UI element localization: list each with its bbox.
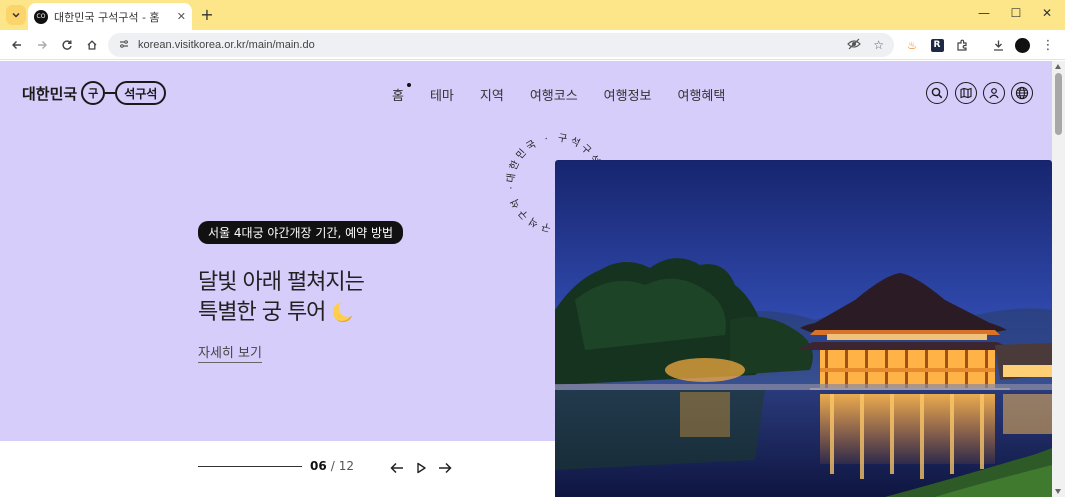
- nav-item-theme[interactable]: 테마: [430, 85, 454, 104]
- site-info-icon[interactable]: [118, 38, 130, 53]
- pager-progress-line: [198, 465, 302, 467]
- nav-item-course[interactable]: 여행코스: [530, 85, 578, 104]
- scroll-up-arrow-icon[interactable]: [1055, 64, 1061, 69]
- palace-night-illustration: [555, 160, 1052, 497]
- user-icon[interactable]: [983, 82, 1005, 104]
- reload-icon[interactable]: [58, 36, 76, 54]
- browser-tab-active[interactable]: CO 대한민국 구석구석 - 홈 ✕: [28, 3, 192, 30]
- hero-headline-line-1: 달빛 아래 펼쳐지는: [198, 270, 365, 295]
- scroll-thumb[interactable]: [1055, 73, 1062, 135]
- pager-current: 06: [310, 459, 327, 473]
- browser-toolbar: korean.visitkorea.or.kr/main/main.do ☆ ♨…: [0, 30, 1065, 60]
- hero-headline-line-2: 특별한 궁 투어: [198, 300, 326, 325]
- search-icon[interactable]: [926, 82, 948, 104]
- hero-badge[interactable]: 서울 4대궁 야간개장 기간, 예약 방법: [198, 221, 404, 244]
- map-icon[interactable]: [955, 82, 977, 104]
- minimize-icon[interactable]: —: [974, 6, 994, 20]
- view-details-link[interactable]: 자세히 보기: [198, 342, 262, 363]
- logo-pill: 석구석: [115, 81, 167, 105]
- home-icon[interactable]: [83, 36, 101, 54]
- main-navigation: 홈 테마 지역 여행코스 여행정보 여행혜택: [392, 83, 751, 104]
- page-viewport: 대한민국 구 석구석 홈 테마 지역 여행코스 여행정보 여행혜택 대한민국 ·…: [0, 61, 1052, 497]
- hero-image[interactable]: [555, 160, 1052, 497]
- logo-mark: 구 석구석: [81, 81, 167, 105]
- logo-circle: 구: [81, 81, 106, 105]
- address-bar[interactable]: korean.visitkorea.or.kr/main/main.do ☆: [108, 33, 894, 57]
- hero-headline: 달빛 아래 펼쳐지는 특별한 궁 투어: [198, 268, 498, 328]
- nav-item-home[interactable]: 홈: [392, 83, 411, 104]
- menu-kebab-icon[interactable]: ⋮: [1040, 37, 1056, 53]
- bookmark-star-icon[interactable]: ☆: [873, 38, 884, 52]
- scroll-down-arrow-icon[interactable]: [1055, 489, 1061, 494]
- forward-arrow-icon[interactable]: [33, 36, 51, 54]
- logo-text: 대한민국: [22, 84, 78, 103]
- window-close-icon[interactable]: ✕: [1037, 6, 1057, 20]
- site-header: 대한민국 구 석구석 홈 테마 지역 여행코스 여행정보 여행혜택: [0, 61, 1052, 126]
- chevron-down-icon: [12, 12, 20, 18]
- crescent-moon-icon: [333, 299, 358, 322]
- maximize-icon[interactable]: ☐: [1006, 6, 1026, 20]
- next-slide-icon[interactable]: [436, 459, 454, 477]
- pager-total: 12: [338, 459, 355, 473]
- browser-tab-bar: CO 대한민국 구석구석 - 홈 ✕ + — ☐ ✕: [0, 0, 1065, 30]
- nav-item-region[interactable]: 지역: [480, 85, 504, 104]
- tab-search-button[interactable]: [6, 5, 26, 25]
- logo-connector: [105, 92, 116, 94]
- prev-slide-icon[interactable]: [388, 459, 406, 477]
- site-logo[interactable]: 대한민국 구 석구석: [22, 81, 167, 105]
- download-icon[interactable]: [990, 37, 1006, 53]
- nav-item-info[interactable]: 여행정보: [604, 85, 652, 104]
- extensions-puzzle-icon[interactable]: [954, 37, 970, 53]
- profile-avatar-icon[interactable]: [1014, 37, 1030, 53]
- eye-off-icon[interactable]: [847, 38, 862, 53]
- page-scrollbar[interactable]: [1052, 61, 1065, 497]
- back-arrow-icon[interactable]: [8, 36, 26, 54]
- favicon-icon: CO: [34, 9, 48, 24]
- pager-separator: /: [330, 459, 335, 473]
- hero-pager: 06 / 12: [198, 459, 354, 473]
- url-text: korean.visitkorea.or.kr/main/main.do: [138, 39, 315, 51]
- extension-fox-icon[interactable]: ♨: [904, 37, 920, 53]
- hero-content: 서울 4대궁 야간개장 기간, 예약 방법 달빛 아래 펼쳐지는 특별한 궁 투…: [198, 221, 498, 363]
- tab-title: 대한민국 구석구석 - 홈: [54, 10, 160, 24]
- nav-item-benefit[interactable]: 여행혜택: [678, 85, 726, 104]
- new-tab-button[interactable]: +: [198, 5, 216, 24]
- extension-r-icon[interactable]: R: [929, 37, 945, 53]
- tab-close-icon[interactable]: ✕: [177, 10, 186, 23]
- globe-icon[interactable]: [1011, 82, 1033, 104]
- play-icon[interactable]: [412, 459, 430, 477]
